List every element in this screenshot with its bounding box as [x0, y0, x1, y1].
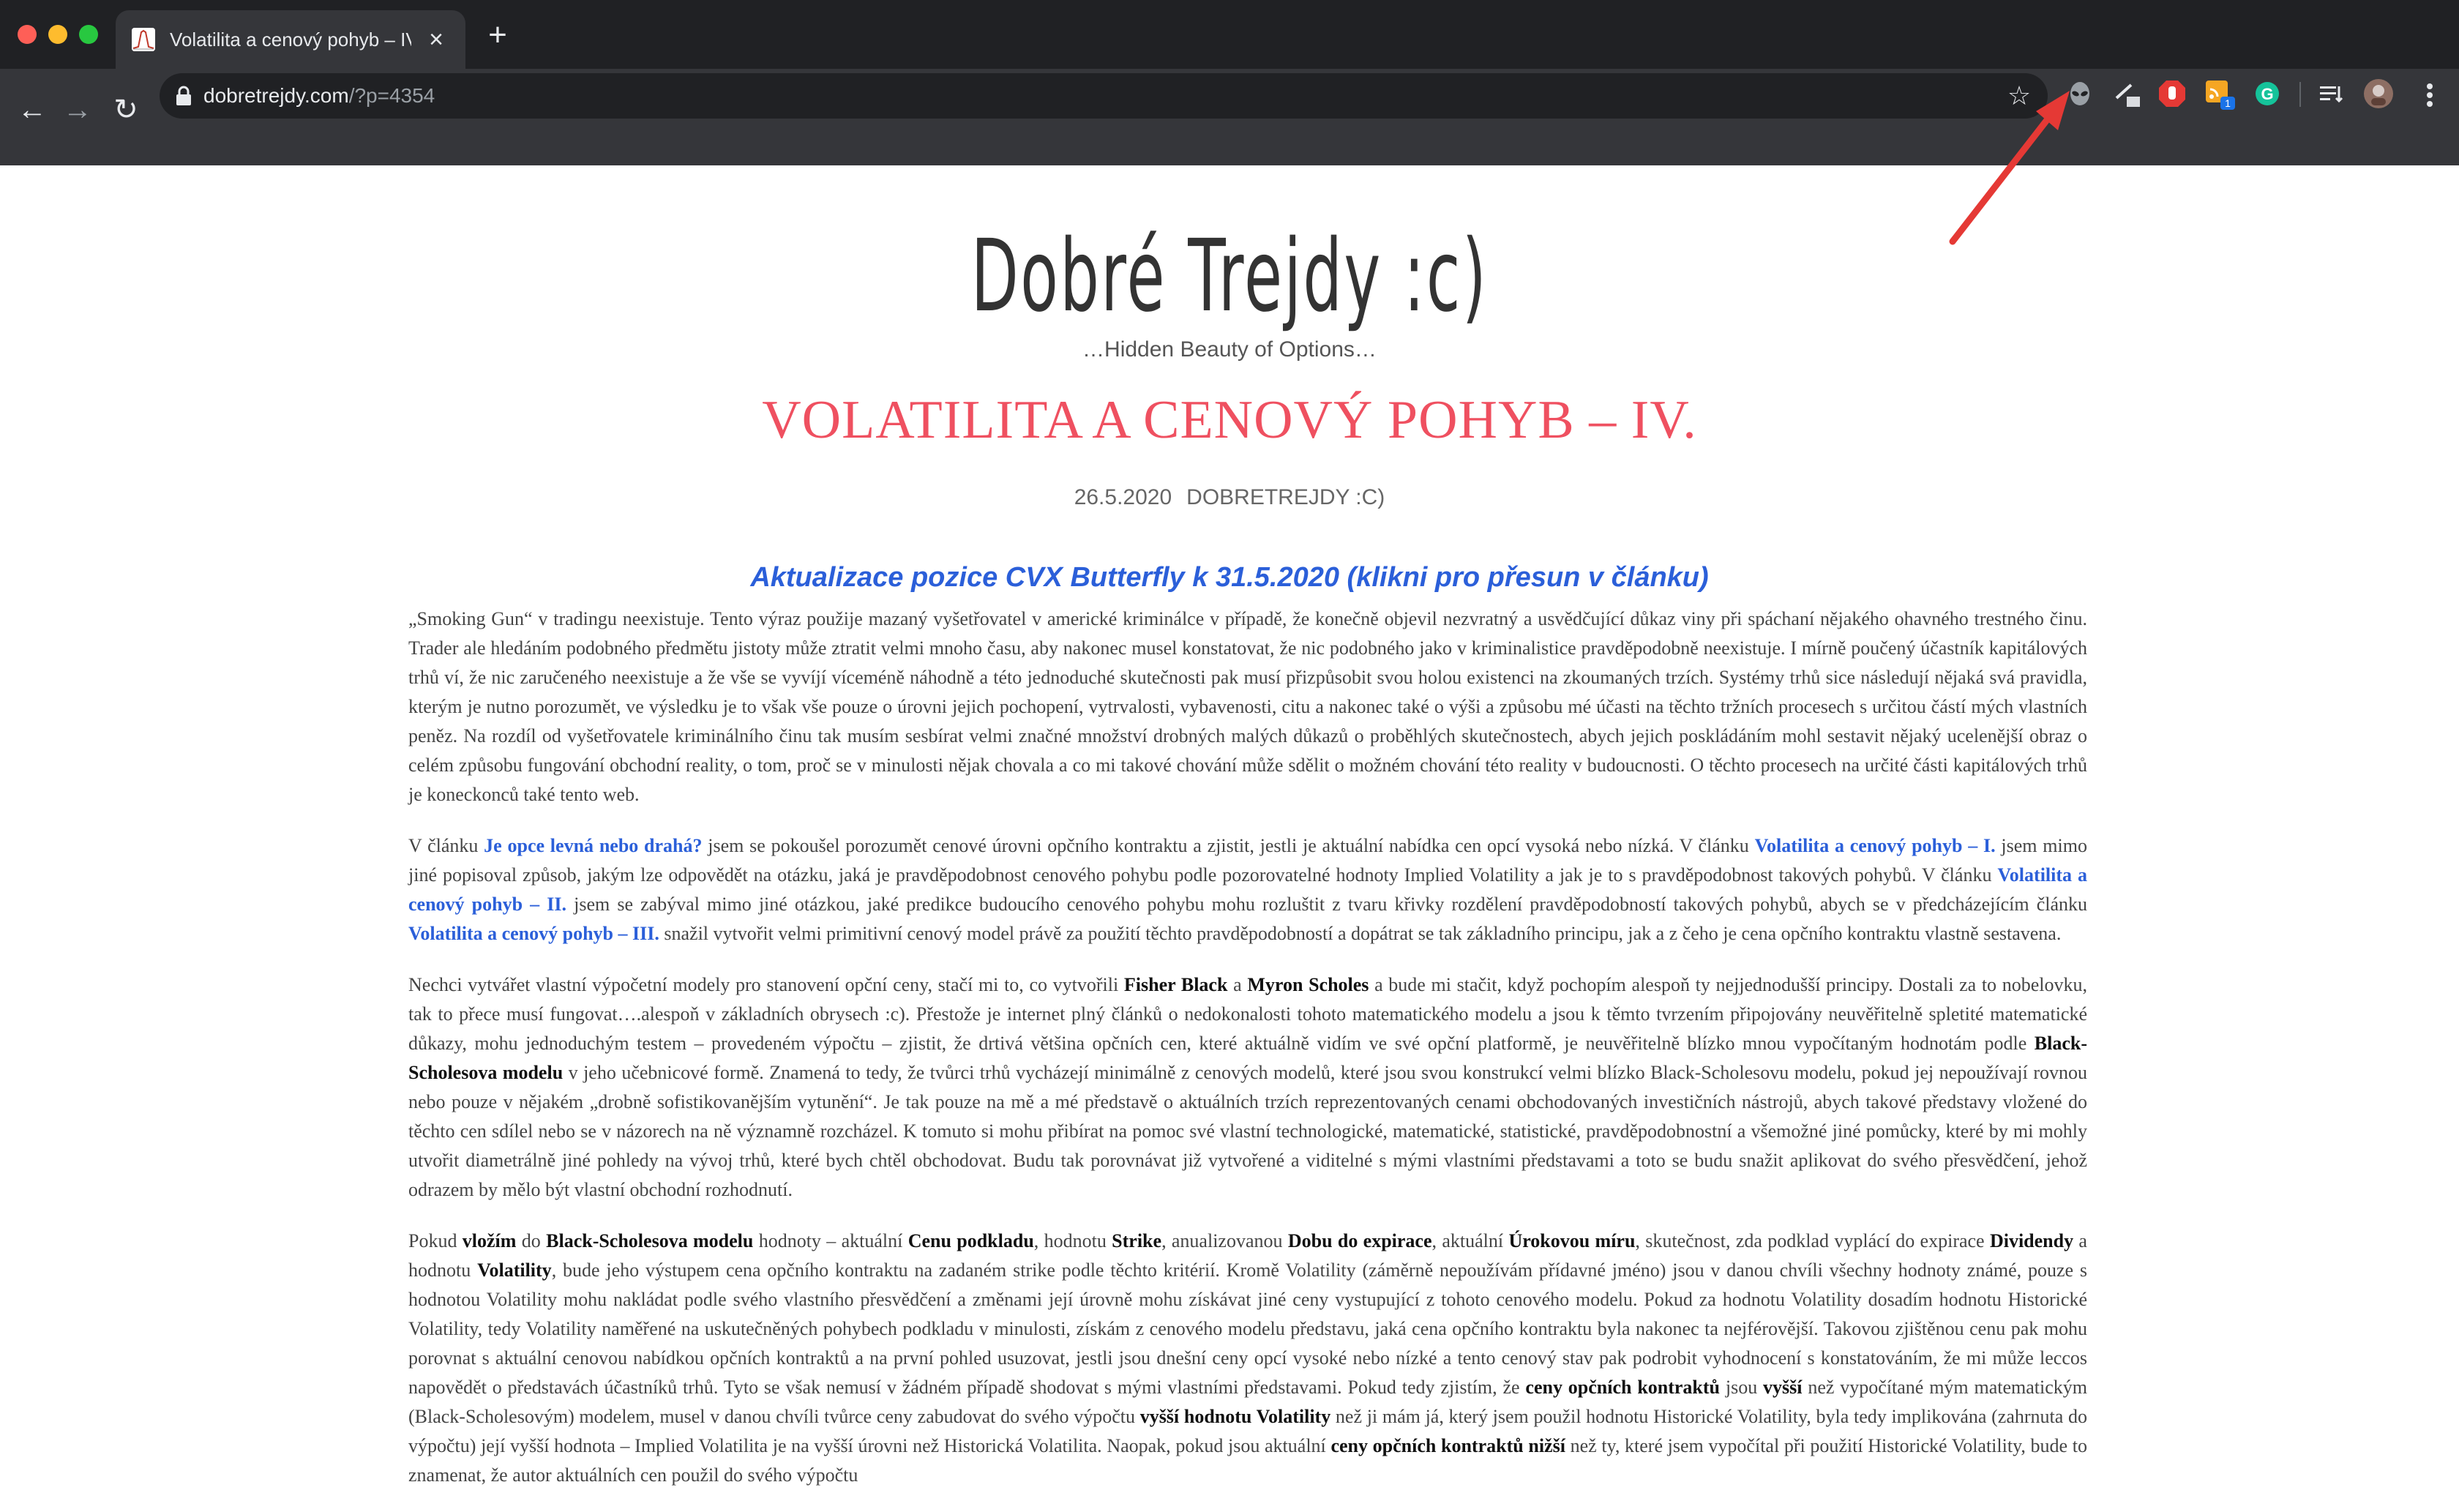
text: , aktuální [1431, 1230, 1509, 1251]
text: jsem se zabýval mimo jiné otázkou, jaké … [566, 894, 2087, 915]
extension-badge: 1 [2225, 97, 2231, 109]
svg-text:G: G [2261, 85, 2273, 103]
bold-text: vložím [462, 1230, 517, 1251]
text: do [516, 1230, 547, 1251]
bold-text: ceny opčních kontraktů nižší [1330, 1435, 1565, 1456]
bold-text: Black-Scholesova modelu [546, 1230, 754, 1251]
web-page: Dobré Trejdy :c) …Hidden Beauty of Optio… [0, 165, 2459, 1506]
browser-toolbar: ← → ↻ dobretrejdy.com/?p=4354 ☆ 1 G [0, 69, 2459, 165]
link-volatilita-i[interactable]: Volatilita a cenový pohyb – I. [1755, 835, 1996, 856]
text: snažil vytvořit velmi primitivní cenový … [659, 923, 2062, 944]
url-host: dobretrejdy.com [203, 84, 349, 107]
post-meta: 26.5.2020 DOBRETREJDY :C) [0, 483, 2459, 512]
bold-text: vyšší hodnotu Volatility [1139, 1406, 1331, 1427]
window-close-button[interactable] [18, 25, 37, 44]
bold-text: Volatility [477, 1260, 552, 1281]
bold-text: Myron Scholes [1247, 974, 1369, 995]
text: jsem se pokoušel porozumět cenové úrovni… [702, 835, 1755, 856]
article-paragraph-1: „Smoking Gun“ v tradingu neexistuje. Ten… [408, 608, 2087, 805]
bold-text: vyšší [1763, 1377, 1803, 1398]
annotation-arrow [1949, 91, 2070, 245]
back-button[interactable]: ← [10, 88, 54, 132]
text: , skutečnost, zda podklad vyplácí do exp… [1635, 1230, 1990, 1251]
adblock-icon[interactable] [2155, 76, 2190, 111]
bold-text: Strike [1112, 1230, 1162, 1251]
reload-button[interactable]: ↻ [104, 88, 148, 132]
rss-extension-icon[interactable]: 1 [2203, 76, 2238, 111]
bold-text: ceny opčních kontraktů [1525, 1377, 1721, 1398]
pen-extension-icon[interactable] [2111, 76, 2146, 111]
bold-text: Cenu podkladu [907, 1230, 1034, 1251]
new-tab-button[interactable]: + [482, 19, 514, 53]
reading-list-icon[interactable] [2314, 76, 2349, 111]
text: , hodnotu [1033, 1230, 1112, 1251]
text: a [1227, 974, 1248, 995]
toolbar-divider [2299, 82, 2301, 107]
text: Pokud [408, 1230, 463, 1251]
window-minimize-button[interactable] [48, 25, 67, 44]
site-tagline: …Hidden Beauty of Options… [1082, 337, 1377, 362]
tab-strip: Volatilita a cenový pohyb – IV. × + [0, 0, 2459, 69]
browser-menu-icon[interactable] [2408, 73, 2452, 117]
site-title[interactable]: Dobré Trejdy :c) [467, 218, 1991, 335]
bold-text: Dividendy [1989, 1230, 2074, 1251]
tab-title: Volatilita a cenový pohyb – IV. [170, 29, 411, 50]
post-date[interactable]: 26.5.2020 [1074, 485, 1172, 509]
update-anchor-link[interactable]: Aktualizace pozice CVX Butterfly k 31.5.… [0, 559, 2459, 596]
tab-active[interactable]: Volatilita a cenový pohyb – IV. × [116, 10, 465, 69]
text: v jeho učebnicové formě. Znamená to tedy… [408, 1062, 2087, 1200]
text: hodnoty – aktuální [753, 1230, 908, 1251]
grammarly-icon[interactable]: G [2250, 76, 2285, 111]
window-zoom-button[interactable] [79, 25, 98, 44]
article-body: „Smoking Gun“ v tradingu neexistuje. Ten… [408, 605, 2087, 1512]
forward-button[interactable]: → [56, 88, 100, 132]
article-paragraph-4: Pokud vložím do Black-Scholesova modelu … [408, 1227, 2087, 1490]
profile-avatar[interactable] [2361, 76, 2396, 111]
url-text[interactable]: dobretrejdy.com/?p=4354 [203, 83, 435, 108]
post-author[interactable]: DOBRETREJDY :C) [1186, 485, 1385, 509]
bold-text: Fisher Black [1123, 974, 1228, 995]
link-je-opce-levna[interactable]: Je opce levná nebo drahá? [484, 835, 702, 856]
text: , anualizovanou [1161, 1230, 1288, 1251]
bold-text: Úrokovou míru [1508, 1230, 1636, 1251]
text: V článku [408, 835, 484, 856]
tab-close-icon[interactable]: × [422, 25, 451, 54]
bold-text: Dobu do expirace [1287, 1230, 1432, 1251]
address-bar[interactable]: dobretrejdy.com/?p=4354 ☆ [160, 73, 2048, 119]
url-path: /?p=4354 [348, 84, 435, 107]
text: jsou [1720, 1377, 1764, 1398]
lock-icon [176, 86, 191, 105]
article-paragraph-2: V článku Je opce levná nebo drahá? jsem … [408, 831, 2087, 948]
post-title: VOLATILITA A CENOVÝ POHYB – IV. [762, 390, 1697, 450]
link-volatilita-iii[interactable]: Volatilita a cenový pohyb – III. [408, 923, 659, 944]
site-favicon-icon [132, 28, 155, 51]
text: Nechci vytvářet vlastní výpočetní modely… [408, 974, 1124, 995]
article-paragraph-3: Nechci vytvářet vlastní výpočetní modely… [408, 970, 2087, 1205]
